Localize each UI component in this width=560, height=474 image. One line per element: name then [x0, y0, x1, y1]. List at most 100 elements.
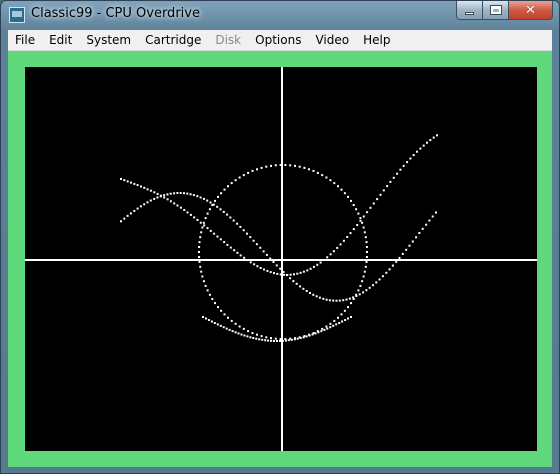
curve-dot — [249, 261, 252, 264]
curve-dot — [326, 256, 329, 259]
curve-dot — [202, 280, 205, 283]
curve-dot — [225, 327, 228, 330]
curve-dot — [201, 226, 204, 229]
curve-dot — [322, 259, 325, 261]
curve-dot — [196, 195, 199, 198]
window-title: Classic99 - CPU Overdrive — [31, 6, 200, 21]
close-button[interactable]: ✕ — [509, 1, 553, 20]
curve-dot — [302, 336, 305, 339]
curve-dot — [217, 306, 219, 309]
curve-dot — [401, 252, 404, 255]
curve-dot — [196, 219, 199, 221]
menu-options[interactable]: Options — [248, 30, 308, 50]
curve-dot — [246, 335, 249, 338]
curve-dot — [329, 322, 332, 325]
curve-dot — [242, 327, 245, 330]
curve-dot — [223, 313, 226, 316]
curve-dot — [355, 208, 358, 211]
curve-dot — [209, 229, 212, 232]
emulator-screen[interactable] — [25, 67, 537, 451]
curve-dot — [375, 281, 378, 284]
curve-dot — [153, 197, 156, 200]
curve-dot — [316, 263, 319, 266]
curve-dot — [311, 333, 314, 336]
curve-dot — [365, 241, 368, 244]
curve-dot — [216, 235, 219, 238]
curve-dot — [252, 337, 255, 339]
curve-dot — [381, 275, 384, 278]
curve-dot — [321, 174, 324, 177]
curve-dot — [247, 330, 250, 333]
curve-dot — [231, 330, 234, 333]
app-icon[interactable] — [9, 7, 25, 23]
curve-dot — [399, 168, 402, 171]
curve-dot — [355, 293, 358, 296]
curve-dot — [247, 171, 250, 174]
curve-dot — [208, 293, 211, 296]
curve-dot — [329, 253, 332, 256]
curve-dot — [333, 182, 336, 185]
minimize-button[interactable] — [456, 1, 483, 20]
curve-dot — [129, 212, 132, 215]
menu-edit[interactable]: Edit — [42, 30, 79, 50]
curve-dot — [265, 253, 268, 256]
curve-dot — [365, 246, 368, 248]
curve-dot — [328, 299, 331, 302]
curve-dot — [279, 164, 282, 166]
curve-dot — [332, 250, 335, 253]
curve-dot — [339, 243, 342, 246]
curve-dot — [237, 332, 240, 335]
curve-dot — [292, 280, 295, 283]
curve-dot — [230, 182, 233, 185]
curve-dot — [173, 202, 176, 205]
maximize-button[interactable] — [483, 1, 509, 20]
curve-dot — [210, 320, 213, 323]
curve-dot — [318, 296, 321, 299]
menu-cartridge[interactable]: Cartridge — [138, 30, 208, 50]
curve-dot — [286, 273, 289, 276]
menu-help[interactable]: Help — [356, 30, 397, 50]
curve-dot — [246, 259, 249, 262]
curve-dot — [372, 202, 375, 205]
curve-dot — [273, 272, 275, 275]
curve-dot — [261, 338, 264, 341]
curve-dot — [294, 164, 296, 167]
curve-dot — [205, 317, 207, 320]
curve-dot — [299, 271, 302, 274]
curve-dot — [238, 176, 241, 179]
curve-dot — [344, 319, 347, 321]
curve-dot — [198, 246, 201, 248]
menu-video[interactable]: Video — [308, 30, 356, 50]
curve-dot — [432, 136, 435, 139]
menu-bar: File Edit System Cartridge Disk Options … — [8, 30, 552, 51]
curve-dot — [335, 299, 338, 302]
curve-dot — [281, 339, 284, 342]
close-icon: ✕ — [525, 2, 536, 18]
curve-dot — [222, 210, 225, 213]
curve-dot — [179, 206, 182, 209]
curve-dot — [309, 267, 312, 270]
curve-dot — [419, 147, 422, 150]
curve-dot — [320, 330, 323, 333]
menu-system[interactable]: System — [79, 30, 138, 50]
curve-dot — [216, 323, 219, 326]
curve-dot — [335, 323, 338, 326]
curve-dot — [391, 264, 394, 267]
curve-dot — [296, 272, 299, 275]
emulator-border — [8, 51, 552, 467]
curve-dot — [347, 317, 349, 320]
curve-dot — [365, 289, 368, 292]
curve-dot — [392, 176, 395, 179]
title-bar[interactable]: Classic99 - CPU Overdrive ✕ — [1, 1, 559, 30]
curve-dot — [314, 332, 317, 335]
curve-dot — [220, 309, 223, 312]
curve-dot — [246, 232, 248, 235]
menu-file[interactable]: File — [8, 30, 42, 50]
curve-dot — [255, 243, 258, 246]
curve-dot — [243, 256, 246, 259]
curve-dot — [340, 188, 343, 191]
curve-dot — [143, 186, 146, 189]
curve-dot — [207, 319, 210, 321]
curve-dot — [279, 338, 282, 340]
curve-dot — [323, 328, 326, 331]
